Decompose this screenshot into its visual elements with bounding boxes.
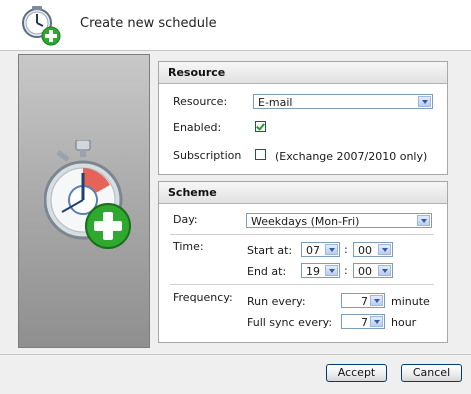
run-every-value: 7 bbox=[361, 295, 368, 308]
divider bbox=[170, 284, 434, 285]
end-label: End at: bbox=[247, 265, 287, 278]
subscription-checkbox[interactable] bbox=[255, 149, 266, 160]
enabled-checkbox[interactable] bbox=[255, 121, 266, 132]
chevron-down-icon[interactable] bbox=[418, 96, 431, 107]
start-minute-value: 00 bbox=[358, 244, 372, 257]
day-label: Day: bbox=[173, 213, 198, 226]
scheme-section-header: Scheme bbox=[159, 182, 447, 204]
day-select-value: Weekdays (Mon-Fri) bbox=[251, 215, 360, 228]
chevron-down-icon[interactable] bbox=[417, 215, 430, 226]
end-hour-value: 19 bbox=[306, 265, 320, 278]
accept-button[interactable]: Accept bbox=[326, 364, 387, 382]
subscription-label: Subscription bbox=[173, 149, 242, 162]
enabled-label: Enabled: bbox=[173, 121, 222, 134]
resource-label: Resource: bbox=[173, 95, 228, 108]
cancel-button[interactable]: Cancel bbox=[401, 364, 462, 382]
chevron-down-icon[interactable] bbox=[378, 265, 391, 276]
start-hour-select[interactable]: 07 bbox=[301, 242, 340, 257]
time-separator: : bbox=[344, 264, 348, 277]
run-every-label: Run every: bbox=[247, 295, 306, 308]
end-hour-select[interactable]: 19 bbox=[301, 263, 340, 278]
dialog-title: Create new schedule bbox=[80, 16, 217, 31]
frequency-label: Frequency: bbox=[173, 291, 233, 304]
divider bbox=[170, 234, 434, 235]
full-sync-select[interactable]: 7 bbox=[341, 314, 385, 329]
chevron-down-icon[interactable] bbox=[370, 316, 383, 327]
resource-section-header: Resource bbox=[159, 62, 447, 84]
stopwatch-add-icon bbox=[44, 140, 131, 249]
full-sync-value: 7 bbox=[361, 316, 368, 329]
time-label: Time: bbox=[173, 240, 204, 253]
clock-add-icon bbox=[22, 6, 61, 46]
dialog-header: Create new schedule bbox=[0, 0, 471, 51]
full-sync-unit: hour bbox=[391, 316, 417, 329]
run-every-select[interactable]: 7 bbox=[341, 293, 385, 308]
chevron-down-icon[interactable] bbox=[370, 295, 383, 306]
day-select[interactable]: Weekdays (Mon-Fri) bbox=[246, 213, 432, 228]
resource-select-value: E-mail bbox=[258, 96, 293, 109]
chevron-down-icon[interactable] bbox=[378, 244, 391, 255]
chevron-down-icon[interactable] bbox=[325, 244, 338, 255]
start-minute-select[interactable]: 00 bbox=[353, 242, 393, 257]
end-minute-value: 00 bbox=[358, 265, 372, 278]
time-separator: : bbox=[344, 243, 348, 256]
resource-select[interactable]: E-mail bbox=[253, 94, 433, 109]
start-label: Start at: bbox=[247, 244, 293, 257]
dialog-footer: Accept Cancel bbox=[0, 354, 471, 394]
hero-image-panel bbox=[18, 54, 150, 348]
subscription-note: (Exchange 2007/2010 only) bbox=[275, 150, 428, 163]
chevron-down-icon[interactable] bbox=[325, 265, 338, 276]
full-sync-label: Full sync every: bbox=[247, 316, 333, 329]
run-every-unit: minute bbox=[391, 295, 430, 308]
end-minute-select[interactable]: 00 bbox=[353, 263, 393, 278]
start-hour-value: 07 bbox=[306, 244, 320, 257]
